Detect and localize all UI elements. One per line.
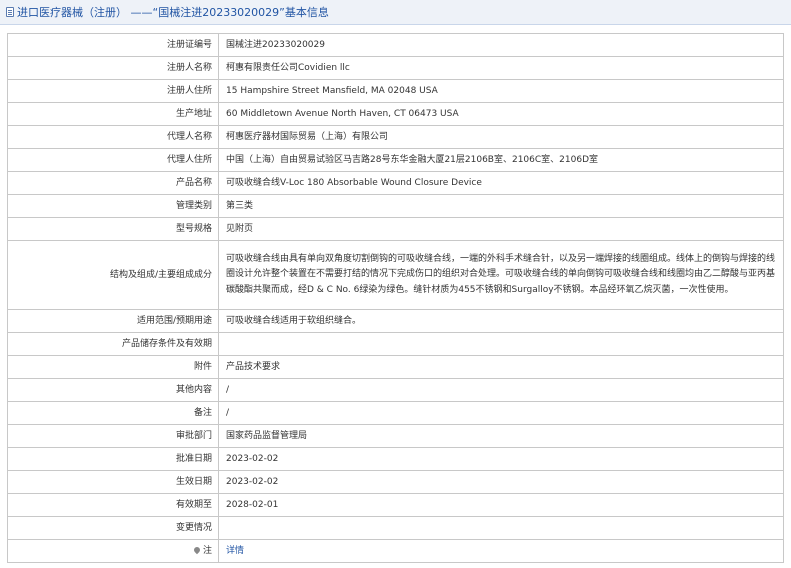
row-value: 柯惠医疗器材国际贸易（上海）有限公司 (218, 125, 784, 149)
row-value: 柯惠有限责任公司Covidien llc (218, 56, 784, 80)
row-note: 注 详情 (7, 539, 784, 563)
row-product-name: 产品名称 可吸收缝合线V-Loc 180 Absorbable Wound Cl… (7, 171, 784, 195)
row-agent-name: 代理人名称 柯惠医疗器材国际贸易（上海）有限公司 (7, 125, 784, 149)
row-value (218, 516, 784, 540)
row-label: 产品储存条件及有效期 (7, 332, 219, 356)
row-value: / (218, 401, 784, 425)
row-attachment: 附件 产品技术要求 (7, 355, 784, 379)
row-change-status: 变更情况 (7, 516, 784, 540)
page-header: 进口医疗器械（注册） ——“国械注进20233020029”基本信息 (0, 0, 791, 25)
row-label: 代理人住所 (7, 148, 219, 172)
row-label: 产品名称 (7, 171, 219, 195)
row-label: 有效期至 (7, 493, 219, 517)
row-label: 审批部门 (7, 424, 219, 448)
row-label: 注册证编号 (7, 33, 219, 57)
row-value: 15 Hampshire Street Mansfield, MA 02048 … (218, 79, 784, 103)
row-label: 其他内容 (7, 378, 219, 402)
row-registration-number: 注册证编号 国械注进20233020029 (7, 33, 784, 57)
row-label: 管理类别 (7, 194, 219, 218)
row-value: 可吸收缝合线由具有单向双角度切割倒钩的可吸收缝合线，一端的外科手术缝合针，以及另… (218, 240, 784, 310)
row-value: 60 Middletown Avenue North Haven, CT 064… (218, 102, 784, 126)
row-label: 变更情况 (7, 516, 219, 540)
row-value (218, 332, 784, 356)
row-value: 可吸收缝合线适用于软组织缝合。 (218, 309, 784, 333)
row-label: 注册人名称 (7, 56, 219, 80)
row-label: 备注 (7, 401, 219, 425)
row-production-address: 生产地址 60 Middletown Avenue North Haven, C… (7, 102, 784, 126)
row-remarks: 备注 / (7, 401, 784, 425)
row-other-content: 其他内容 / (7, 378, 784, 402)
row-label: 生效日期 (7, 470, 219, 494)
row-model-spec: 型号规格 见附页 (7, 217, 784, 241)
detail-table: 注册证编号 国械注进20233020029 注册人名称 柯惠有限责任公司Covi… (7, 33, 784, 563)
row-intended-use: 适用范围/预期用途 可吸收缝合线适用于软组织缝合。 (7, 309, 784, 333)
page-title: 进口医疗器械（注册） ——“国械注进20233020029”基本信息 (17, 6, 329, 19)
row-label: 型号规格 (7, 217, 219, 241)
row-label: 结构及组成/主要组成成分 (7, 240, 219, 310)
row-value: 2023-02-02 (218, 447, 784, 471)
row-label: 生产地址 (7, 102, 219, 126)
row-approval-date: 批准日期 2023-02-02 (7, 447, 784, 471)
row-value: 第三类 (218, 194, 784, 218)
row-value: 详情 (218, 539, 784, 563)
row-label: 注 (7, 539, 219, 563)
pin-icon (192, 545, 202, 554)
row-storage-validity: 产品储存条件及有效期 (7, 332, 784, 356)
row-value: 中国（上海）自由贸易试验区马吉路28号东华金融大厦21层2106B室、2106C… (218, 148, 784, 172)
row-value: 见附页 (218, 217, 784, 241)
row-valid-until: 有效期至 2028-02-01 (7, 493, 784, 517)
row-label: 批准日期 (7, 447, 219, 471)
row-registrant-address: 注册人住所 15 Hampshire Street Mansfield, MA … (7, 79, 784, 103)
row-value: 国械注进20233020029 (218, 33, 784, 57)
row-label: 注册人住所 (7, 79, 219, 103)
row-management-category: 管理类别 第三类 (7, 194, 784, 218)
row-value: 2028-02-01 (218, 493, 784, 517)
row-value: 国家药品监督管理局 (218, 424, 784, 448)
details-link[interactable]: 详情 (226, 546, 244, 556)
row-registrant-name: 注册人名称 柯惠有限责任公司Covidien llc (7, 56, 784, 80)
row-label: 代理人名称 (7, 125, 219, 149)
row-value: 产品技术要求 (218, 355, 784, 379)
row-agent-address: 代理人住所 中国（上海）自由贸易试验区马吉路28号东华金融大厦21层2106B室… (7, 148, 784, 172)
document-icon (6, 7, 14, 17)
row-approval-department: 审批部门 国家药品监督管理局 (7, 424, 784, 448)
note-label: 注 (202, 545, 212, 556)
row-value: / (218, 378, 784, 402)
row-label: 适用范围/预期用途 (7, 309, 219, 333)
row-label: 附件 (7, 355, 219, 379)
row-effective-date: 生效日期 2023-02-02 (7, 470, 784, 494)
row-structure-composition: 结构及组成/主要组成成分 可吸收缝合线由具有单向双角度切割倒钩的可吸收缝合线，一… (7, 240, 784, 310)
row-value: 2023-02-02 (218, 470, 784, 494)
row-value: 可吸收缝合线V-Loc 180 Absorbable Wound Closure… (218, 171, 784, 195)
